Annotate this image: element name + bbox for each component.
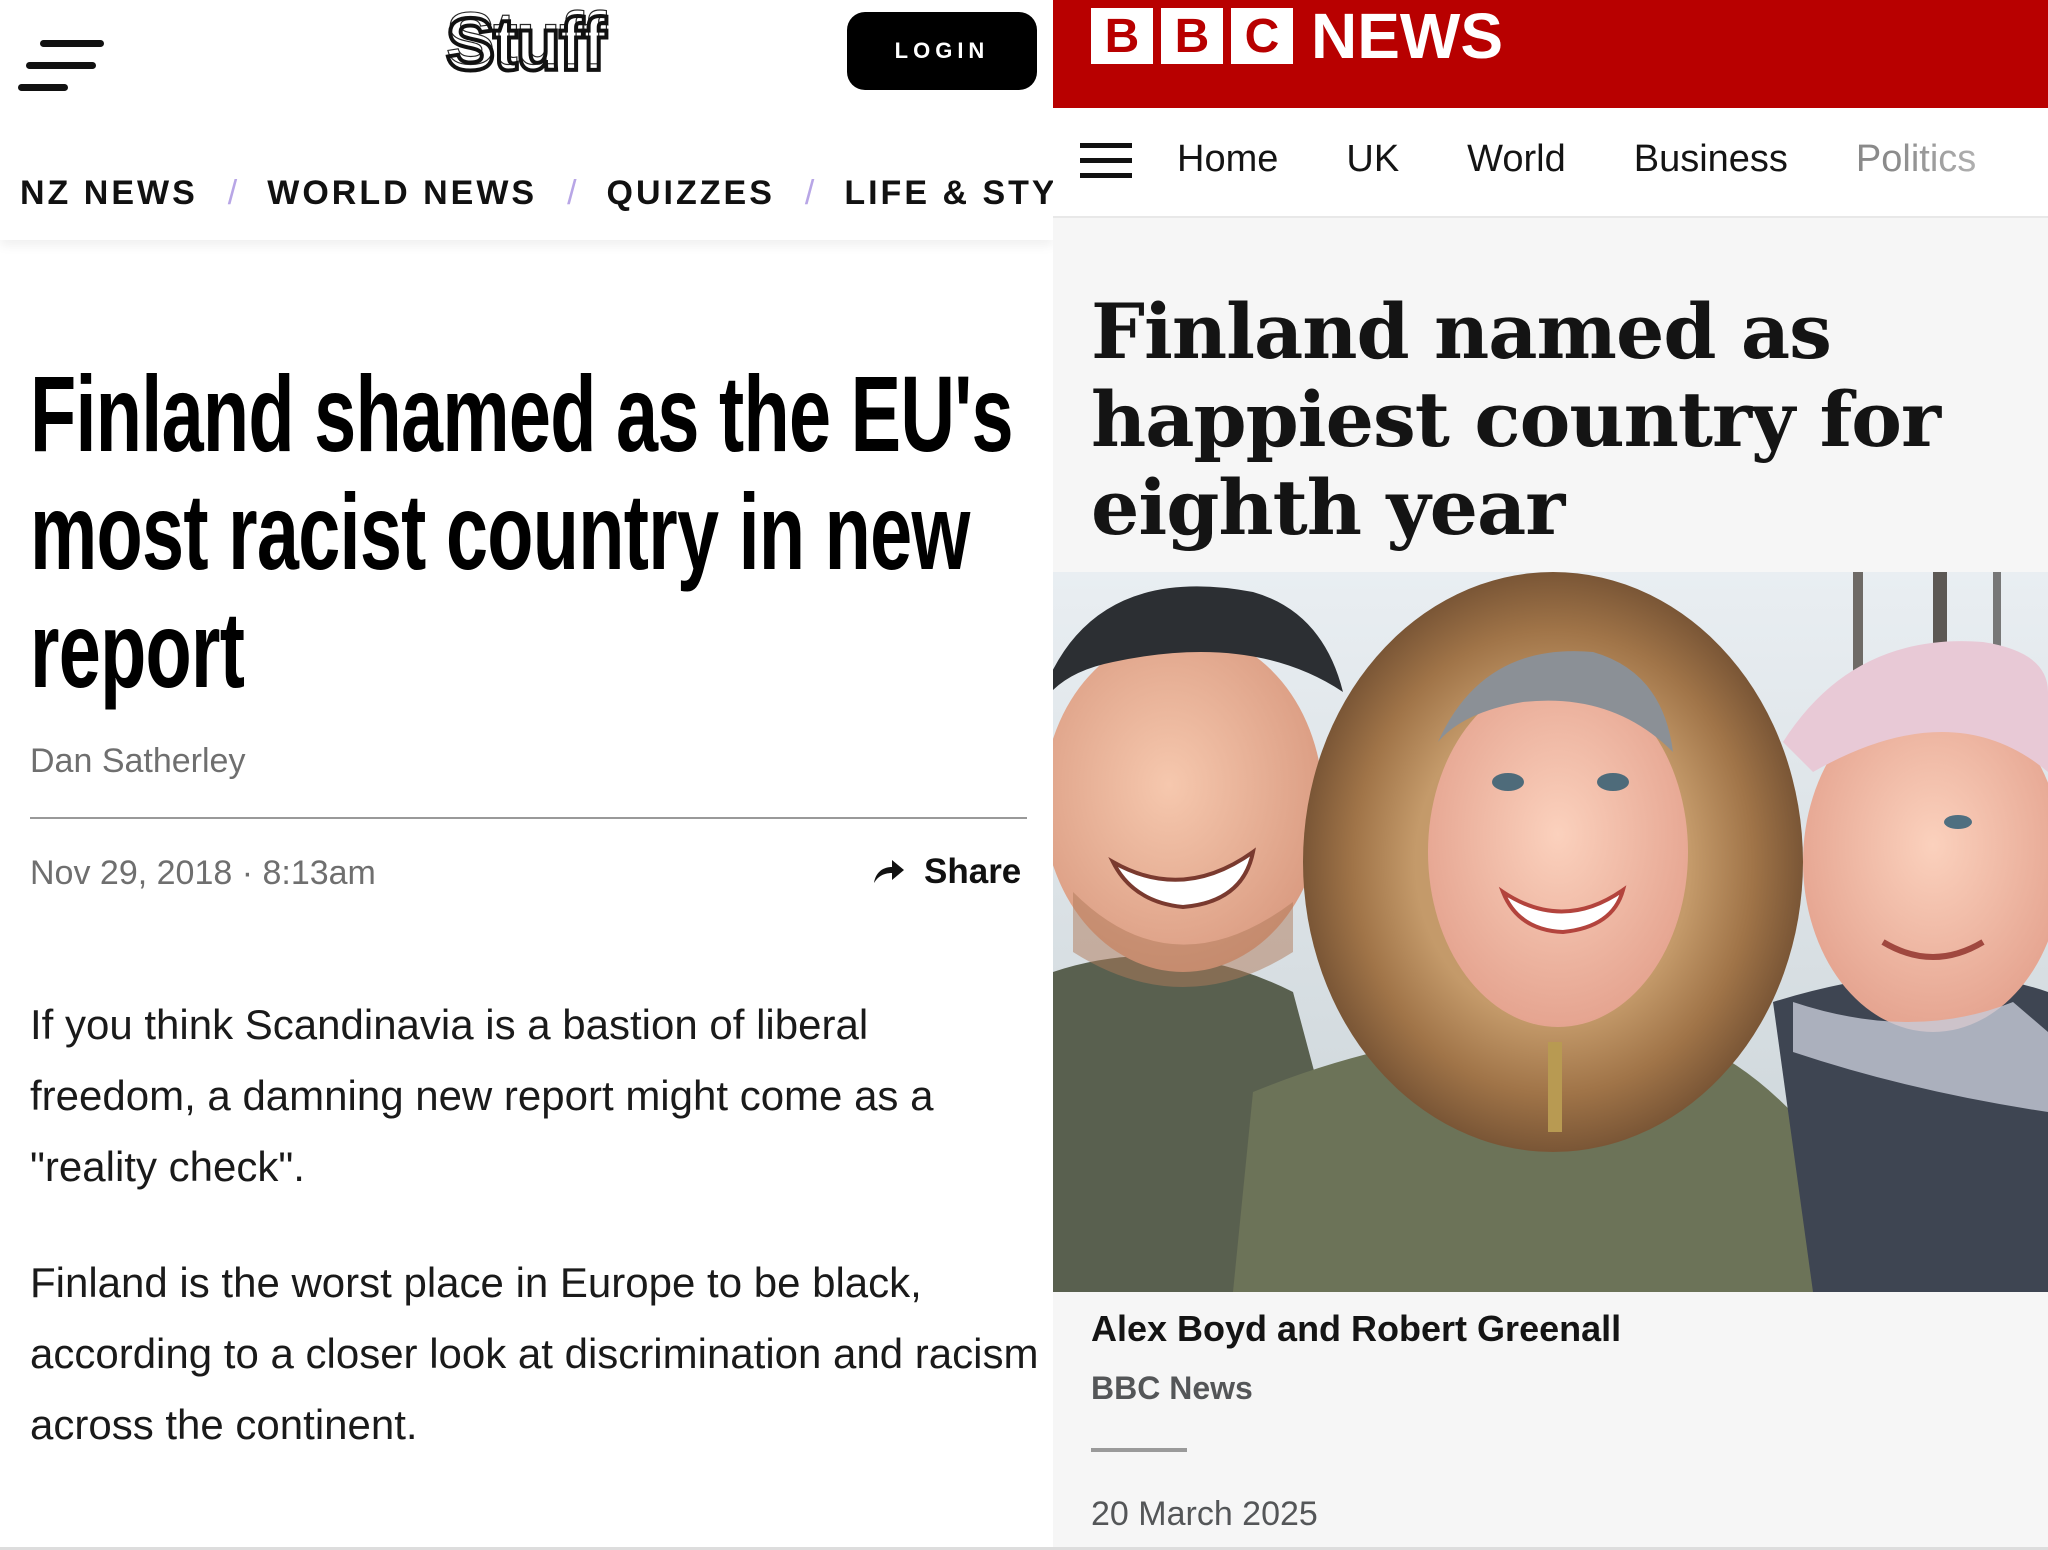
share-label: Share: [924, 852, 1022, 891]
nav-item-world-news[interactable]: WORLD NEWS: [267, 174, 537, 213]
headline-line: most racist country in new: [30, 471, 970, 592]
divider: [30, 817, 1027, 819]
bbc-logo-news[interactable]: NEWS: [1311, 0, 1503, 72]
headline-line: Finland shamed as the EU's: [30, 353, 1014, 474]
stuff-headline: Finland shamed as the EU's most racist c…: [30, 355, 1031, 709]
bbc-logo-block: B: [1161, 8, 1223, 64]
nav-item-uk[interactable]: UK: [1346, 138, 1399, 181]
bbc-headline: Finland named as happiest country for ei…: [1091, 288, 2021, 552]
share-button[interactable]: Share: [870, 852, 1021, 892]
menu-icon[interactable]: [1080, 143, 1132, 183]
stuff-logo-inline: Stuff: [446, 0, 607, 80]
headline-line: report: [30, 589, 245, 710]
bbc-logo-block: C: [1231, 8, 1293, 64]
divider: [1091, 1448, 1187, 1452]
stuff-section-nav: NZ NEWS / WORLD NEWS / QUIZZES / LIFE & …: [20, 170, 1053, 216]
nav-separator: /: [567, 173, 577, 212]
nav-item-quizzes[interactable]: QUIZZES: [607, 174, 775, 213]
headline-line: eighth year: [1091, 463, 1565, 552]
stuff-logo[interactable]: Stuff Stuff: [405, 0, 645, 90]
login-button[interactable]: LOGIN: [847, 12, 1037, 90]
share-arrow-icon: [874, 860, 904, 883]
nav-item-world[interactable]: World: [1467, 138, 1566, 181]
nav-separator: /: [804, 173, 815, 212]
stuff-author[interactable]: Dan Satherley: [30, 742, 245, 781]
nav-item-nz-news[interactable]: NZ NEWS: [20, 174, 198, 213]
article-paragraph: Finland is the worst place in Europe to …: [30, 1259, 1039, 1448]
menu-icon[interactable]: [18, 38, 104, 94]
nav-separator: /: [227, 173, 238, 212]
nav-item-business[interactable]: Business: [1634, 138, 1788, 181]
bbc-publish-date: 20 March 2025: [1091, 1495, 1318, 1533]
nav-scroll-fade: [1891, 110, 2048, 214]
nav-item-life-style[interactable]: LIFE & STY: [844, 174, 1053, 213]
headline-line: Finland named as: [1091, 287, 1832, 376]
bbc-article-screenshot: B B C NEWS Home UK World Business Politi…: [1053, 0, 2048, 1550]
stuff-article-screenshot: Stuff Stuff LOGIN NZ NEWS / WORLD NEWS /…: [0, 0, 1053, 1550]
bbc-author[interactable]: Alex Boyd and Robert Greenall: [1091, 1308, 1621, 1350]
bbc-logo[interactable]: B B C: [1091, 8, 1293, 64]
bbc-source: BBC News: [1091, 1370, 1253, 1406]
nav-item-home[interactable]: Home: [1177, 138, 1278, 181]
article-hero-photo: [1053, 572, 2048, 1292]
stuff-publish-date: Nov 29, 2018 · 8:13am: [30, 854, 376, 892]
article-paragraph: If you think Scandinavia is a bastion of…: [30, 1001, 934, 1190]
bbc-logo-block: B: [1091, 8, 1153, 64]
headline-line: happiest country for: [1091, 375, 1941, 464]
